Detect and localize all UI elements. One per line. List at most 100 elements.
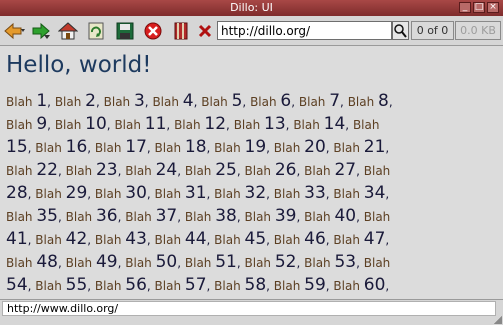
- blah-word: Blah: [54, 95, 86, 109]
- url-field[interactable]: [217, 21, 392, 40]
- blah-number: 39: [274, 206, 297, 226]
- minimize-icon[interactable]: _: [459, 2, 471, 13]
- stop-icon: [144, 22, 162, 40]
- blah-word: Blah: [333, 279, 364, 293]
- blah-word: Blah: [184, 164, 216, 178]
- blah-word: Blah: [6, 210, 37, 224]
- blah-number: 46: [304, 229, 326, 249]
- blah-word: Blah: [244, 164, 275, 178]
- blah-number: 48: [36, 252, 58, 272]
- page-content[interactable]: Hello, world! Blah 1, Blah 2, Blah 3, Bl…: [0, 46, 503, 299]
- blah-word: Blah: [35, 279, 66, 293]
- blah-number: 38: [215, 206, 237, 226]
- kb-count: 0.0 KB: [455, 21, 501, 40]
- blah-word: Blah: [6, 118, 37, 132]
- blah-word: Blah: [94, 233, 126, 247]
- blah-word: Blah: [65, 210, 96, 224]
- blah-number: 37: [155, 206, 178, 226]
- blah-number: 53: [334, 252, 357, 272]
- blah-number: 29: [65, 183, 88, 203]
- blah-word: Blah: [214, 233, 245, 247]
- blah-word: Blah: [35, 187, 66, 201]
- blah-number: 3: [133, 91, 145, 111]
- save-button[interactable]: [114, 20, 136, 42]
- blah-word: Blah: [363, 256, 391, 270]
- blah-number: 31: [184, 183, 207, 203]
- blah-number: 33: [304, 183, 326, 203]
- blah-word: Blah: [233, 118, 265, 132]
- blah-number: 59: [304, 275, 326, 295]
- blah-number: 40: [334, 206, 357, 226]
- reload-icon: [88, 22, 104, 40]
- blah-word: Blah: [244, 256, 275, 270]
- blah-word: Blah: [214, 279, 245, 293]
- blah-word: Blah: [333, 187, 364, 201]
- blah-word: Blah: [352, 118, 380, 132]
- blah-word: Blah: [304, 164, 335, 178]
- blah-word: Blah: [94, 141, 126, 155]
- blah-number: 10: [85, 114, 107, 134]
- blah-word: Blah: [65, 256, 96, 270]
- blah-number: 30: [125, 183, 147, 203]
- blah-number: 5: [231, 91, 243, 111]
- stop-button[interactable]: [142, 20, 164, 42]
- blah-number: 57: [184, 275, 207, 295]
- blah-word: Blah: [65, 164, 96, 178]
- blah-number: 26: [274, 160, 297, 180]
- blah-number: 55: [65, 275, 88, 295]
- url-input[interactable]: [221, 22, 391, 39]
- title-bar: Dillo: UI _ □ ×: [0, 0, 503, 16]
- save-icon: [116, 22, 134, 40]
- clear-url-button[interactable]: [195, 20, 215, 42]
- blah-number: 19: [244, 137, 267, 157]
- blah-word: Blah: [184, 210, 216, 224]
- reload-button[interactable]: [85, 20, 107, 42]
- bookmarks-button[interactable]: [170, 20, 192, 42]
- blah-number: 18: [184, 137, 207, 157]
- blah-number: 1: [36, 91, 48, 111]
- status-bar: http://www.dillo.org/: [0, 299, 503, 325]
- blah-number: 42: [65, 229, 88, 249]
- clear-x-icon: [198, 24, 212, 38]
- blah-word: Blah: [333, 233, 364, 247]
- blah-word: Blah: [6, 164, 37, 178]
- home-button[interactable]: [57, 20, 79, 42]
- blah-word: Blah: [154, 141, 185, 155]
- blah-number: 54: [6, 275, 28, 295]
- blah-word: Blah: [333, 141, 364, 155]
- blah-word: Blah: [154, 279, 185, 293]
- blah-number: 13: [264, 114, 286, 134]
- blah-number: 32: [244, 183, 267, 203]
- blah-word: Blah: [214, 141, 245, 155]
- blah-word: Blah: [363, 164, 391, 178]
- blah-word: Blah: [304, 256, 335, 270]
- blah-number: 15: [6, 137, 28, 157]
- blah-word: Blah: [273, 187, 305, 201]
- blah-number: 6: [280, 91, 292, 111]
- forward-icon: [32, 22, 50, 40]
- blah-number: 7: [329, 91, 341, 111]
- search-icon: [394, 24, 407, 38]
- window-title: Dillo: UI: [230, 1, 273, 14]
- blah-word: Blah: [250, 95, 281, 109]
- blah-number: 45: [244, 229, 267, 249]
- forward-button[interactable]: [30, 20, 52, 42]
- blah-number: 58: [244, 275, 267, 295]
- blah-number: 49: [95, 252, 118, 272]
- blah-number: 8: [378, 91, 389, 111]
- maximize-icon[interactable]: □: [473, 2, 485, 13]
- resize-grip-icon[interactable]: [494, 316, 502, 324]
- blah-number: 20: [304, 137, 326, 157]
- close-icon[interactable]: ×: [487, 2, 499, 13]
- blah-number: 51: [215, 252, 237, 272]
- blah-word: Blah: [298, 95, 330, 109]
- back-button[interactable]: [4, 20, 26, 42]
- blah-number: 25: [215, 160, 237, 180]
- blah-number: 24: [155, 160, 178, 180]
- blah-word: Blah: [6, 95, 37, 109]
- blah-word: Blah: [54, 118, 86, 132]
- blah-word: Blah: [304, 210, 335, 224]
- blah-number: 9: [36, 114, 48, 134]
- page-heading: Hello, world!: [6, 52, 152, 78]
- search-button[interactable]: [392, 21, 409, 40]
